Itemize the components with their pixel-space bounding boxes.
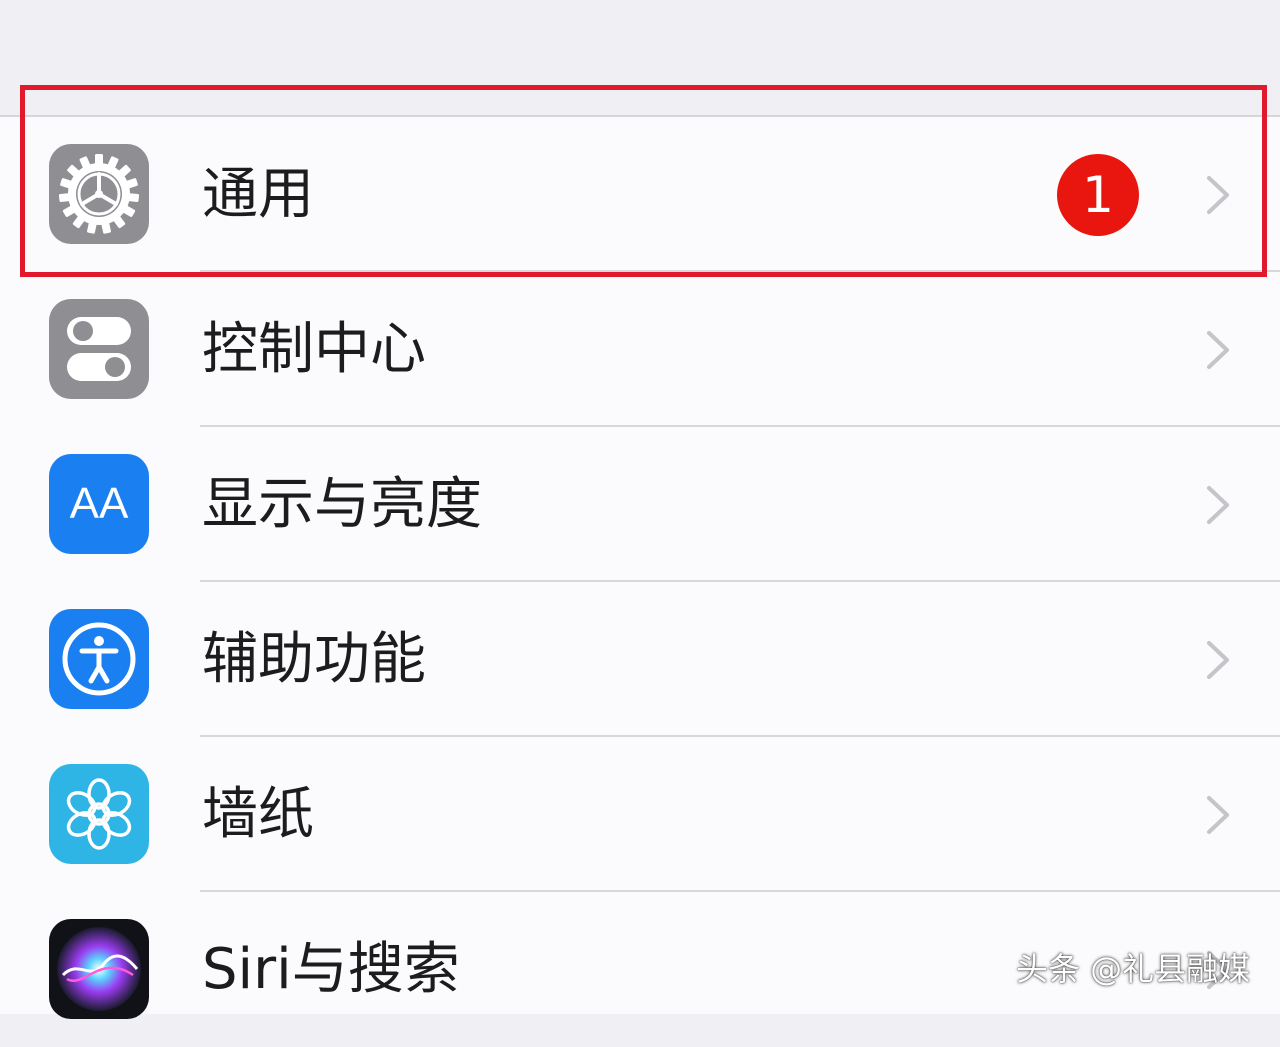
settings-list: 通用 1 控制中心 AA 显示与亮度 辅助功能 墙纸 Siri与搜索 — [0, 115, 1280, 1019]
toggle-switches-icon — [49, 299, 149, 399]
gear-icon — [49, 144, 149, 244]
chevron-right-icon — [1203, 792, 1233, 838]
settings-row-control-center[interactable]: 控制中心 — [0, 272, 1280, 427]
chevron-right-icon — [1203, 637, 1233, 683]
settings-row-label: 控制中心 — [202, 317, 426, 382]
settings-row-general[interactable]: 通用 1 — [0, 117, 1280, 272]
settings-row-accessibility[interactable]: 辅助功能 — [0, 582, 1280, 737]
settings-row-label: Siri与搜索 — [202, 937, 460, 1002]
settings-row-wallpaper[interactable]: 墙纸 — [0, 737, 1280, 892]
chevron-right-icon — [1203, 172, 1233, 218]
settings-top-spacer — [0, 0, 1280, 115]
settings-row-label: 辅助功能 — [202, 627, 426, 692]
text-size-aa-icon: AA — [49, 454, 149, 554]
settings-row-display-brightness[interactable]: AA 显示与亮度 — [0, 427, 1280, 582]
notification-badge: 1 — [1057, 154, 1139, 236]
settings-row-label: 显示与亮度 — [202, 472, 482, 537]
chevron-right-icon — [1203, 482, 1233, 528]
flower-icon — [49, 764, 149, 864]
source-watermark: 头条 @礼县融媒 — [1016, 950, 1251, 988]
chevron-right-icon — [1203, 327, 1233, 373]
settings-row-label: 墙纸 — [202, 782, 314, 847]
siri-icon — [49, 919, 149, 1019]
settings-row-label: 通用 — [202, 162, 314, 227]
svg-text:AA: AA — [70, 479, 129, 528]
accessibility-icon — [49, 609, 149, 709]
